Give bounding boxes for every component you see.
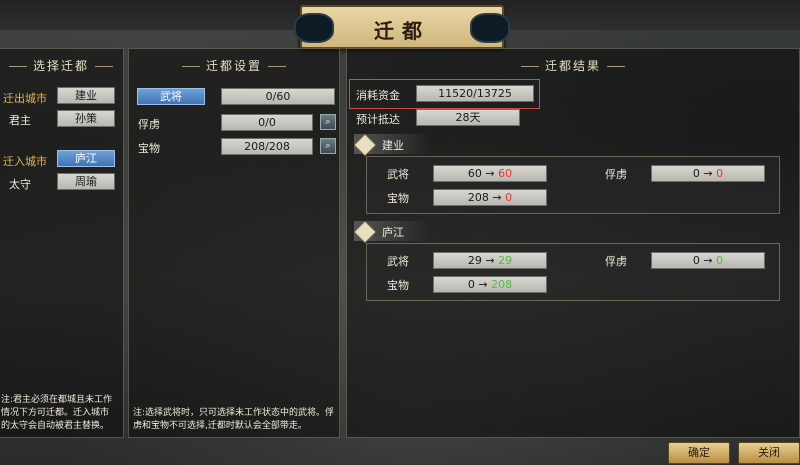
generals-value: 0/60 (221, 88, 335, 105)
left-note: 注:君主必须在都城且未工作情况下方可迁都。迁入城市的太守会自动被君主替换。 (1, 395, 113, 431)
to-city-name: 庐江 (382, 226, 404, 239)
treasure-label: 宝物 (387, 279, 409, 292)
to-city-section-header: 庐江 (353, 220, 428, 244)
to-city-stats: 武将 29 → 29 俘虏 0 → 0 宝物 0 → 208 (366, 243, 780, 301)
treasure-label: 宝物 (138, 142, 160, 155)
captives-label: 俘虏 (605, 255, 627, 268)
treasure-change: 0 → 208 (433, 276, 547, 293)
lord-label: 君主 (9, 114, 31, 127)
generals-change: 60 → 60 (433, 165, 547, 182)
governor-field: 周瑜 (57, 173, 115, 190)
close-button[interactable]: 关闭 (738, 442, 800, 464)
from-city-name: 建业 (382, 139, 404, 152)
confirm-button[interactable]: 确定 (668, 442, 730, 464)
treasure-value: 208/208 (221, 138, 313, 155)
eta-value: 28天 (416, 109, 520, 126)
panel-header: 选择迁都 (0, 57, 123, 74)
select-capital-panel: 选择迁都 迁出城市 建业 君主 孙策 迁入城市 庐江 太守 周瑜 注:君主必须在… (0, 48, 124, 438)
cost-value: 11520/13725 (416, 85, 534, 102)
window-title: 迁都 (374, 19, 430, 43)
from-city-field[interactable]: 建业 (57, 87, 115, 104)
search-icon[interactable]: ⌕ (320, 114, 336, 130)
generals-label: 武将 (387, 168, 409, 181)
panel-header: 迁都结果 (347, 57, 799, 74)
captives-label: 俘虏 (138, 118, 160, 131)
lord-field: 孙策 (57, 110, 115, 127)
section-diamond-icon (353, 220, 377, 244)
from-city-section-header: 建业 (353, 133, 428, 157)
from-city-label: 迁出城市 (3, 92, 47, 105)
generals-select-button[interactable]: 武将 (137, 88, 205, 105)
section-diamond-icon (353, 133, 377, 157)
captives-value: 0/0 (221, 114, 313, 131)
eta-label: 预计抵达 (356, 113, 400, 126)
governor-label: 太守 (9, 178, 31, 191)
generals-change: 29 → 29 (433, 252, 547, 269)
treasure-change: 208 → 0 (433, 189, 547, 206)
generals-label: 武将 (387, 255, 409, 268)
title-plate: 迁都 (294, 5, 510, 49)
panel-header: 迁都设置 (129, 57, 339, 74)
middle-note: 注:选择武将时，只可选择未工作状态中的武将。俘虏和宝物不可选择,迁都时默认会全部… (133, 408, 335, 431)
captives-change: 0 → 0 (651, 165, 765, 182)
from-city-stats: 武将 60 → 60 俘虏 0 → 0 宝物 208 → 0 (366, 156, 780, 214)
to-city-label: 迁入城市 (3, 155, 47, 168)
search-icon[interactable]: ⌕ (320, 138, 336, 154)
cost-label: 消耗资金 (356, 89, 400, 102)
capital-settings-panel: 迁都设置 武将 0/60 俘虏 0/0 ⌕ 宝物 208/208 ⌕ 注:选择武… (128, 48, 340, 438)
to-city-field[interactable]: 庐江 (57, 150, 115, 167)
captives-label: 俘虏 (605, 168, 627, 181)
treasure-label: 宝物 (387, 192, 409, 205)
captives-change: 0 → 0 (651, 252, 765, 269)
